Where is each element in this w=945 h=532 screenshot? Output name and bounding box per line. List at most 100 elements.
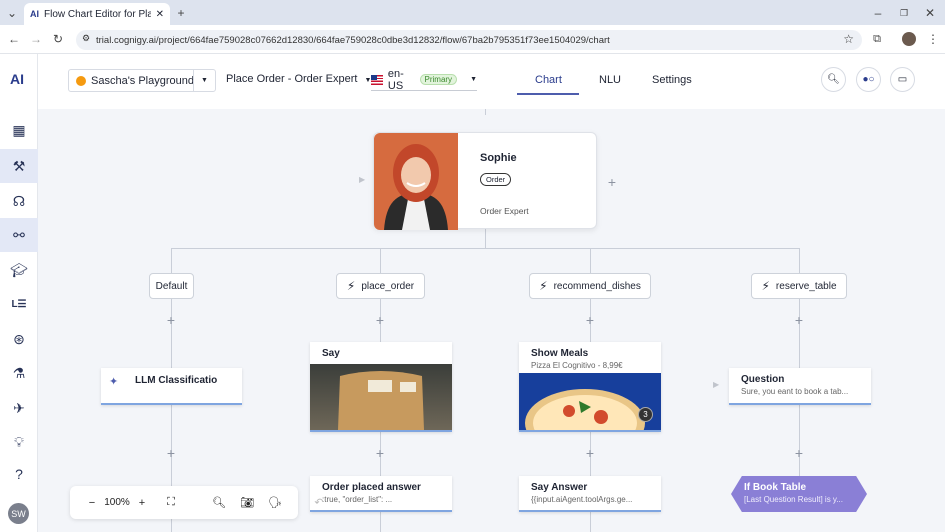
new-tab-plus-icon[interactable]: + xyxy=(173,5,189,21)
zoom-level: 100% xyxy=(104,497,130,508)
node-title: LLM Classificatio xyxy=(135,375,218,386)
branch-default[interactable]: Default xyxy=(149,273,194,299)
dashboard-icon[interactable]: ▦ xyxy=(0,113,38,147)
maximize-icon[interactable]: ❐ xyxy=(896,5,912,21)
order-placed-answer-node[interactable]: Order placed answer :true, "order_list":… xyxy=(310,476,452,512)
connector xyxy=(485,109,486,115)
undo-icon[interactable]: ↶ xyxy=(310,486,328,519)
zoom-out-button[interactable]: − xyxy=(84,486,100,519)
fit-view-icon[interactable]: ⛶ xyxy=(162,486,180,519)
profile-icon[interactable] xyxy=(902,32,916,46)
kebab-icon[interactable]: ⋮ xyxy=(925,31,941,47)
chevron-down-icon[interactable]: ▼ xyxy=(193,70,215,91)
add-node-plus-icon[interactable]: + xyxy=(165,312,177,328)
node-subtitle: [Last Question Result] is y... xyxy=(744,495,844,504)
node-title: Say Answer xyxy=(531,482,588,493)
search-icon[interactable]: 🔍︎ xyxy=(210,486,228,519)
zoom-in-button[interactable]: + xyxy=(134,486,150,519)
add-node-plus-icon[interactable]: + xyxy=(165,445,177,461)
build-icon[interactable]: ⚒ xyxy=(0,149,38,183)
branch-label: recommend_dishes xyxy=(553,280,641,292)
add-node-plus-icon[interactable]: + xyxy=(374,312,386,328)
node-title: If Book Table xyxy=(744,482,807,493)
branch-label: Default xyxy=(155,280,188,292)
reload-icon[interactable]: ↻ xyxy=(50,31,66,47)
if-book-table-node[interactable]: If Book Table [Last Question Result] is … xyxy=(731,476,867,512)
canvas-toolbar: − 100% + ⛶ 🔍︎ 📷︎ 🗣︎ ↶ xyxy=(70,486,324,519)
bolt-icon: ⚡︎ xyxy=(346,279,356,293)
app-logo[interactable]: AI xyxy=(10,71,24,87)
test-icon[interactable]: ⚗ xyxy=(0,356,38,390)
tab-nlu[interactable]: NLU xyxy=(599,74,621,86)
question-node[interactable]: Question Sure, you eant to book a tab... xyxy=(729,368,871,405)
train-icon[interactable]: 🎓︎ xyxy=(0,253,38,287)
integration-icon[interactable]: ⊛ xyxy=(0,322,38,356)
add-node-plus-icon[interactable]: + xyxy=(793,312,805,328)
close-icon[interactable]: ✕ xyxy=(156,9,164,20)
star-icon[interactable]: ☆ xyxy=(843,32,854,46)
user-avatar[interactable]: SW xyxy=(8,503,29,524)
window-close-icon[interactable]: ✕ xyxy=(922,5,938,21)
locale-selector[interactable]: en-US Primary ▼ xyxy=(371,68,477,92)
say-answer-node[interactable]: Say Answer {{input.aiAgent.toolArgs.ge..… xyxy=(519,476,661,512)
tab-list-chevron-down-icon[interactable]: ⌄ xyxy=(4,5,20,21)
voice-icon[interactable]: 🗣︎ xyxy=(266,486,284,519)
agent-avatar-image xyxy=(374,133,458,230)
node-title: Question xyxy=(741,374,785,385)
tab-settings[interactable]: Settings xyxy=(652,74,692,86)
flow-selector[interactable]: Place Order - Order Expert ▼ xyxy=(226,73,371,85)
active-tab-indicator xyxy=(517,93,579,95)
play-icon: ▶ xyxy=(713,380,720,389)
toggle-icon[interactable]: ●○ xyxy=(856,67,881,92)
lexicon-icon[interactable]: L☰ xyxy=(0,287,38,321)
search-icon[interactable]: 🔍︎ xyxy=(821,67,846,92)
chevron-down-icon: ▼ xyxy=(470,76,477,83)
add-node-plus-icon[interactable]: + xyxy=(584,312,596,328)
project-name: Sascha's Playground xyxy=(91,74,194,87)
node-title: Say xyxy=(322,348,340,359)
help-icon[interactable]: ? xyxy=(0,457,38,491)
node-subtitle: {{input.aiAgent.toolArgs.ge... xyxy=(531,495,633,504)
agent-icon[interactable]: ☊ xyxy=(0,184,38,218)
project-selector[interactable]: Sascha's Playground ▼ xyxy=(68,69,216,92)
pizza-image: 3 xyxy=(519,373,661,430)
flow-name: Place Order - Order Expert xyxy=(226,73,358,85)
agent-badge: Order xyxy=(480,173,512,186)
tune-icon[interactable]: ⚙ xyxy=(82,33,90,44)
url-field[interactable]: ⚙ trial.cognigy.ai/project/664fae759028c… xyxy=(76,30,862,50)
add-node-plus-icon[interactable]: + xyxy=(793,445,805,461)
branch-label: place_order xyxy=(361,280,415,292)
minimize-icon[interactable]: – xyxy=(870,5,886,21)
node-title: Show Meals xyxy=(531,348,589,359)
agent-name: Sophie xyxy=(480,152,517,164)
node-title: Order placed answer xyxy=(322,482,421,493)
browser-tab[interactable]: AI Flow Chart Editor for Place Orde ✕ xyxy=(24,3,170,25)
back-icon[interactable]: ← xyxy=(6,31,22,47)
insights-icon[interactable]: 💡︎ xyxy=(0,425,38,459)
branch-place-order[interactable]: ⚡︎ place_order xyxy=(336,273,425,299)
connector xyxy=(485,228,486,248)
add-node-plus-icon[interactable]: + xyxy=(584,445,596,461)
primary-badge: Primary xyxy=(419,74,458,85)
tab-chart[interactable]: Chart xyxy=(535,74,562,86)
flow-icon[interactable]: ⚯ xyxy=(0,218,38,252)
bolt-icon: ⚡︎ xyxy=(539,279,548,293)
carousel-count-badge: 3 xyxy=(638,407,653,422)
add-node-plus-icon[interactable]: + xyxy=(374,445,386,461)
forward-icon[interactable]: → xyxy=(28,31,44,47)
us-flag-icon xyxy=(371,74,383,85)
url-text: trial.cognigy.ai/project/664fae759028c07… xyxy=(96,34,610,46)
tab-title: Flow Chart Editor for Place Orde xyxy=(44,8,151,20)
show-meals-node[interactable]: Show Meals Pizza El Cognitivo - 8,99€ 3 xyxy=(519,342,661,432)
branch-recommend-dishes[interactable]: ⚡︎ recommend_dishes xyxy=(529,273,651,299)
camera-icon[interactable]: 📷︎ xyxy=(238,486,256,519)
deploy-icon[interactable]: ✈ xyxy=(0,391,38,425)
extension-icon[interactable]: ⧉ xyxy=(869,31,885,47)
chat-icon[interactable]: ▭ xyxy=(890,67,915,92)
branch-label: reserve_table xyxy=(775,280,837,292)
llm-classification-node[interactable]: ✦ LLM Classificatio xyxy=(101,368,242,405)
agent-start-node[interactable]: Sophie Order Order Expert xyxy=(373,132,597,230)
say-node[interactable]: Say xyxy=(310,342,452,432)
add-node-plus-icon[interactable]: + xyxy=(606,174,618,190)
branch-reserve-table[interactable]: ⚡︎ reserve_table xyxy=(751,273,847,299)
